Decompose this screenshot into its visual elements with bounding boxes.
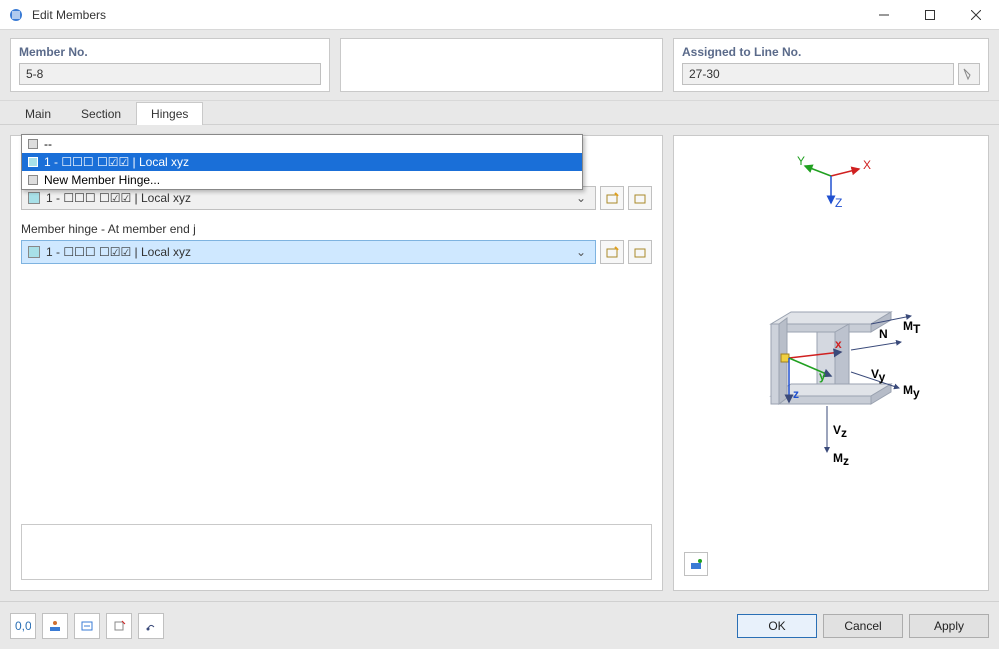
end-row: 1 - ☐☐☐ ☐☑☑ | Local xyz ⌄	[21, 240, 652, 264]
dropdown-item[interactable]: 1 - ☐☐☐ ☐☑☑ | Local xyz	[22, 153, 582, 171]
color-swatch-icon	[28, 246, 40, 258]
swatch-none-icon	[28, 175, 38, 185]
color-swatch-icon	[28, 157, 38, 167]
pick-lines-button[interactable]	[958, 63, 980, 85]
swatch-none-icon	[28, 139, 38, 149]
tabs: Main Section Hinges	[0, 101, 999, 125]
header-strip: Member No. Assigned to Line No.	[0, 30, 999, 101]
start-edit-button[interactable]	[628, 186, 652, 210]
member-no-label: Member No.	[19, 45, 321, 59]
color-swatch-icon	[28, 192, 40, 204]
dropdown-item-label: --	[44, 137, 52, 151]
ok-button[interactable]: OK	[737, 614, 817, 638]
tab-main[interactable]: Main	[10, 102, 66, 125]
preview-diagram: x y z N MT Vy My Vz Mz	[684, 216, 978, 552]
end-combo-dropdown[interactable]: -- 1 - ☐☐☐ ☐☑☑ | Local xyz New Member Hi…	[21, 134, 583, 190]
tool-3-button[interactable]	[74, 613, 100, 639]
cancel-button[interactable]: Cancel	[823, 614, 903, 638]
app-icon	[8, 7, 24, 23]
start-new-button[interactable]	[600, 186, 624, 210]
lower-blank-panel	[21, 524, 652, 580]
body: Assignment Member hinge - At member star…	[0, 125, 999, 601]
svg-text:x: x	[835, 337, 842, 351]
preview-toolbar	[684, 552, 978, 580]
member-hinge-diagram: x y z N MT Vy My Vz Mz	[731, 284, 931, 484]
preview-panel: X Y Z	[673, 135, 989, 591]
dropdown-item-label: 1 - ☐☐☐ ☐☑☑ | Local xyz	[44, 155, 189, 169]
dropdown-item-label: New Member Hinge...	[44, 173, 160, 187]
end-label: Member hinge - At member end j	[21, 222, 652, 236]
svg-text:z: z	[793, 387, 799, 401]
units-button[interactable]: 0,00	[10, 613, 36, 639]
svg-text:My: My	[903, 383, 920, 400]
maximize-button[interactable]	[907, 0, 953, 30]
svg-text:X: X	[863, 158, 871, 172]
member-no-input[interactable]	[19, 63, 321, 85]
header-mid-box	[340, 38, 663, 92]
assigned-box: Assigned to Line No.	[673, 38, 989, 92]
tool-4-button[interactable]	[106, 613, 132, 639]
svg-text:Mz: Mz	[833, 451, 849, 468]
dropdown-item[interactable]: New Member Hinge...	[22, 171, 582, 189]
footer: 0,00 OK Cancel Apply	[0, 601, 999, 649]
end-combo-value: 1 - ☐☐☐ ☐☑☑ | Local xyz	[46, 245, 573, 259]
svg-text:y: y	[819, 369, 826, 383]
apply-button[interactable]: Apply	[909, 614, 989, 638]
end-combo[interactable]: 1 - ☐☐☐ ☐☑☑ | Local xyz ⌄	[21, 240, 596, 264]
assigned-label: Assigned to Line No.	[682, 45, 980, 59]
end-edit-button[interactable]	[628, 240, 652, 264]
titlebar: Edit Members	[0, 0, 999, 30]
end-new-button[interactable]	[600, 240, 624, 264]
tool-2-button[interactable]	[42, 613, 68, 639]
svg-text:Vy: Vy	[871, 367, 886, 384]
tab-section[interactable]: Section	[66, 102, 136, 125]
svg-text:N: N	[879, 327, 888, 341]
chevron-down-icon: ⌄	[573, 191, 589, 205]
tool-5-button[interactable]	[138, 613, 164, 639]
window-title: Edit Members	[32, 8, 861, 22]
minimize-button[interactable]	[861, 0, 907, 30]
svg-text:Y: Y	[797, 154, 805, 168]
assigned-input[interactable]	[682, 63, 954, 85]
assignment-panel: Assignment Member hinge - At member star…	[10, 135, 663, 591]
preview-settings-button[interactable]	[684, 552, 708, 576]
close-button[interactable]	[953, 0, 999, 30]
dropdown-item[interactable]: --	[22, 135, 582, 153]
svg-text:Z: Z	[835, 196, 842, 210]
svg-text:Vz: Vz	[833, 423, 847, 440]
member-no-box: Member No.	[10, 38, 330, 92]
chevron-down-icon: ⌄	[573, 245, 589, 259]
start-combo-value: 1 - ☐☐☐ ☐☑☑ | Local xyz	[46, 191, 573, 205]
tab-hinges[interactable]: Hinges	[136, 102, 203, 125]
svg-text:0,00: 0,00	[15, 619, 31, 633]
svg-text:MT: MT	[903, 319, 921, 336]
axes-indicator: X Y Z	[684, 146, 978, 216]
